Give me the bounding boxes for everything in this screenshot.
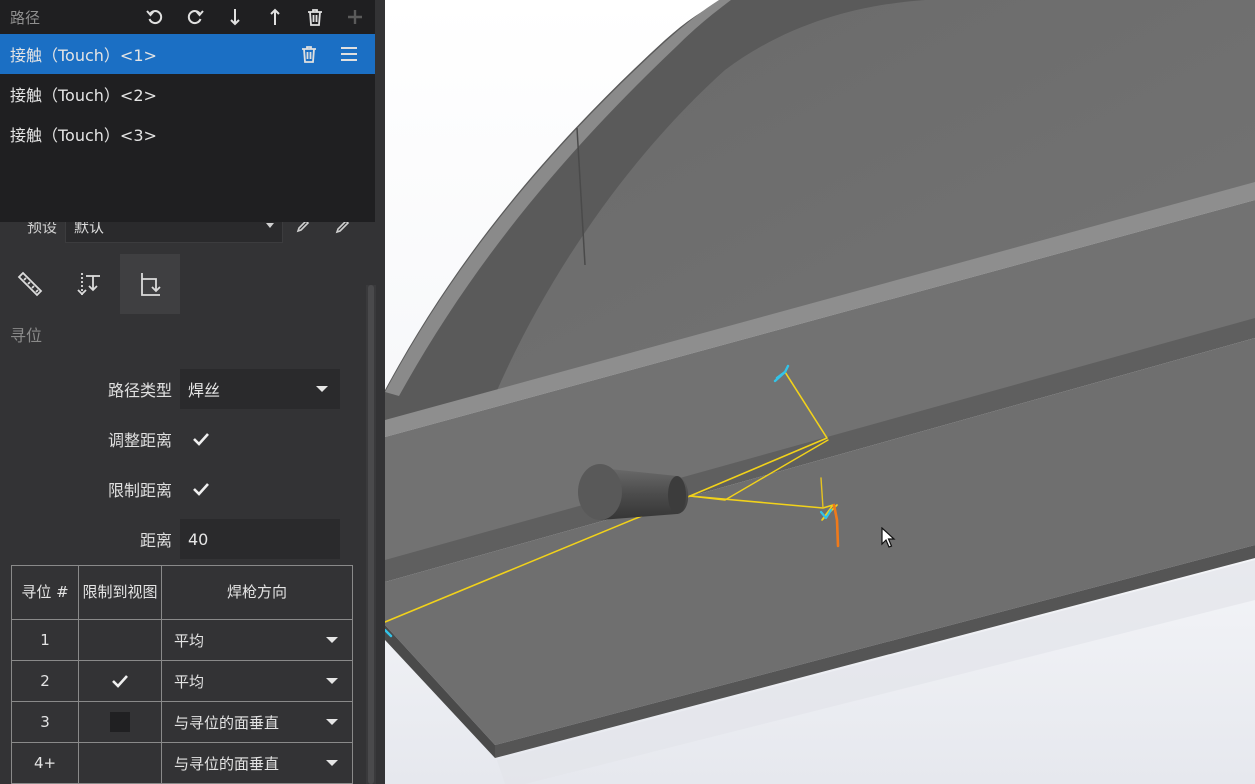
redo-button[interactable] [175,2,215,32]
tab-weld-line[interactable] [0,254,60,314]
chevron-down-icon [316,386,328,392]
table-row: 2 平均 [11,660,353,702]
path-item-actions [289,34,369,74]
path-type-dropdown[interactable]: 焊丝 [180,369,340,409]
adjust-distance-label: 调整距离 [107,431,172,450]
cell-limit [78,742,162,784]
cell-num: 3 [11,701,79,743]
move-up-icon [270,8,280,25]
path-item-label: 接触（Touch）<3> [10,126,157,145]
limit-distance-label: 限制距离 [107,481,172,500]
limit-view-checkbox[interactable] [109,670,131,692]
path-type-value: 焊丝 [188,381,221,400]
tab-clearance[interactable] [60,254,120,314]
path-menu-button[interactable] [329,39,369,69]
cell-direction-value: 平均 [174,631,205,650]
chevron-down-icon [326,678,338,684]
move-down-icon [230,9,240,26]
trash-icon [308,9,322,26]
table-row: 3 与寻位的面垂直 [11,701,353,743]
touch-sense-icon [141,273,161,296]
chevron-down-icon [326,637,338,643]
cell-direction-dropdown[interactable]: 平均 [161,660,353,702]
table-row: 4+ 与寻位的面垂直 [11,742,353,784]
cell-limit [78,701,162,743]
adjust-distance-row: 调整距离 [0,419,375,459]
path-list: 路径 接触（Touch）<1> 接触（Touch）<2> 接触（Touch）<3… [0,0,375,222]
move-up-button[interactable] [255,2,295,32]
cell-direction-dropdown[interactable]: 与寻位的面垂直 [161,701,353,743]
path-item-label: 接触（Touch）<2> [10,86,157,105]
chevron-down-icon [326,719,338,725]
scrollbar-thumb[interactable] [368,285,374,784]
path-list-toolbar [135,2,375,32]
workpiece-scene [385,0,1255,784]
touch-sense-table: 寻位 # 限制到视图 焊枪方向 1 平均 2 平均 3 与寻位的面垂直 4+ 与… [11,565,353,784]
limit-view-checkbox[interactable] [110,712,130,732]
3d-viewport[interactable] [385,0,1255,784]
cell-num: 1 [11,619,79,661]
section-title: 寻位 [10,326,43,345]
path-list-header: 路径 [0,0,375,34]
path-item-2[interactable]: 接触（Touch）<2> [0,74,375,114]
undo-icon [146,10,163,25]
column-header-direction: 焊枪方向 [161,565,353,620]
distance-input[interactable] [180,519,340,559]
cell-direction-dropdown[interactable]: 平均 [161,619,353,661]
path-item-3[interactable]: 接触（Touch）<3> [0,114,375,154]
table-row: 1 平均 [11,619,353,661]
path-list-title: 路径 [10,8,41,27]
cell-direction-dropdown[interactable]: 与寻位的面垂直 [161,742,353,784]
cell-limit [78,660,162,702]
checkmark-icon [193,433,209,446]
chevron-down-icon [266,223,274,228]
redo-icon [187,10,204,25]
limit-distance-row: 限制距离 [0,469,375,509]
adjust-distance-checkbox[interactable] [190,428,212,450]
move-down-button[interactable] [215,2,255,32]
tab-touch-sense[interactable] [120,254,180,314]
trash-icon [302,46,316,63]
delete-path-button[interactable] [289,39,329,69]
path-type-row: 路径类型 焊丝 [0,369,375,409]
mouse-pointer-icon [881,527,896,548]
hamburger-menu-icon [341,47,357,61]
clearance-icon [77,273,100,296]
touch-sense-panel: 路径 接触（Touch）<1> 接触（Touch）<2> 接触（Touch）<3… [0,0,385,784]
column-header-limit: 限制到视图 [78,565,162,620]
column-header-num: 寻位 # [11,565,79,620]
plus-icon [348,10,362,24]
cell-num: 2 [11,660,79,702]
cell-limit [78,619,162,661]
path-type-label: 路径类型 [107,381,172,400]
limit-distance-checkbox[interactable] [190,478,212,500]
distance-row: 距离 [0,519,375,559]
path-item-1[interactable]: 接触（Touch）<1> [0,34,375,74]
mode-tabs [0,254,180,314]
add-path-button[interactable] [335,2,375,32]
delete-all-button[interactable] [295,2,335,32]
cell-direction-value: 与寻位的面垂直 [174,754,280,773]
chevron-down-icon [326,760,338,766]
panel-scrollbar[interactable] [366,285,376,784]
distance-label: 距离 [139,531,172,550]
checkmark-icon [193,483,209,496]
path-item-label: 接触（Touch）<1> [10,46,157,65]
weld-line-icon [17,271,43,297]
table-header-row: 寻位 # 限制到视图 焊枪方向 [11,565,353,620]
cell-direction-value: 与寻位的面垂直 [174,713,280,732]
cell-num: 4+ [11,742,79,784]
cell-direction-value: 平均 [174,672,205,691]
checkmark-icon [112,675,128,688]
undo-button[interactable] [135,2,175,32]
